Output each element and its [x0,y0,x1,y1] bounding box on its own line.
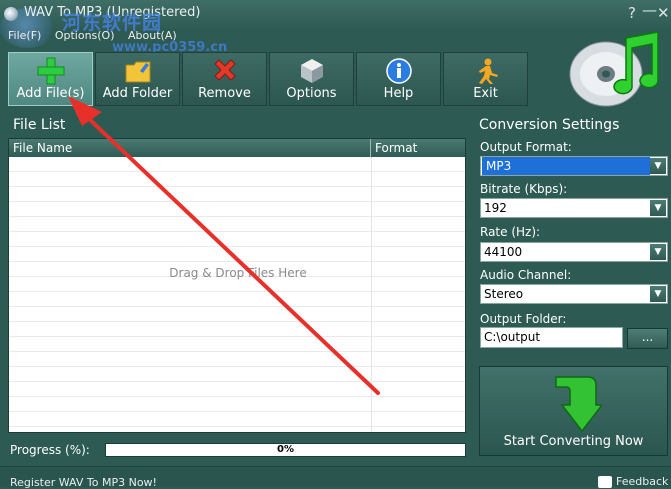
chevron-down-icon[interactable]: ▼ [650,158,666,174]
feedback-link[interactable]: Feedback [598,475,668,488]
bitrate-select[interactable]: 192 ▼ [480,198,668,218]
help-title-button[interactable]: ? [628,4,636,22]
audio-channel-label: Audio Channel: [480,268,572,282]
output-folder-input[interactable]: C:\output [480,327,623,348]
file-list-title: File List [13,117,66,133]
toolbar: Add File(s) Add Folder Remove Options He… [8,52,528,106]
chevron-down-icon[interactable]: ▼ [650,244,666,260]
add-files-label: Add File(s) [16,86,85,101]
status-bar: Register WAV To MP3 Now! Feedback [0,466,671,489]
options-label: Options [286,86,337,101]
menu-bar: File(F) Options(O) About(A) [8,29,187,45]
register-link[interactable]: Register WAV To MP3 Now! [10,476,157,489]
options-button[interactable]: Options [269,52,354,106]
audio-channel-value: Stereo [484,287,524,301]
chevron-down-icon[interactable]: ▼ [650,200,666,216]
info-icon [386,58,412,84]
help-button[interactable]: Help [356,52,441,106]
chevron-down-icon[interactable]: ▼ [650,286,666,302]
menu-file[interactable]: File(F) [8,29,41,42]
output-format-select[interactable]: MP3 ▼ [480,156,668,176]
menu-about[interactable]: About(A) [128,29,177,42]
column-divider [371,157,372,432]
minimize-button[interactable]: — [642,1,657,19]
exit-label: Exit [473,86,498,101]
browse-button[interactable]: ... [627,328,668,349]
runner-icon [479,58,498,84]
file-list-header: File Name Format [9,139,465,157]
settings-title: Conversion Settings [479,117,620,133]
plus-icon [37,57,65,85]
progress-value: 0% [277,444,294,455]
app-icon [4,7,18,21]
start-converting-label: Start Converting Now [503,434,644,449]
cube-icon [301,59,323,83]
add-files-button[interactable]: Add File(s) [8,52,93,106]
progress-bar: 0% [105,443,466,457]
feedback-icon [598,476,612,488]
close-button[interactable]: ✕ [657,4,670,22]
bitrate-value: 192 [484,201,507,215]
help-label: Help [383,86,414,101]
output-folder-label: Output Folder: [480,312,567,326]
add-folder-button[interactable]: Add Folder [95,52,180,106]
feedback-label: Feedback [616,475,669,488]
rate-select[interactable]: 44100 ▼ [480,242,668,262]
progress-label: Progress (%): [10,443,90,457]
file-list[interactable]: File Name Format Drag & Drop Files Here [8,138,466,433]
rate-label: Rate (Hz): [480,225,541,239]
cd-music-logo-icon [569,32,659,107]
remove-label: Remove [198,86,251,101]
column-file-name[interactable]: File Name [9,139,371,157]
menu-options[interactable]: Options(O) [55,29,115,42]
start-converting-button[interactable]: Start Converting Now [479,366,668,456]
audio-channel-select[interactable]: Stereo ▼ [480,284,668,304]
output-format-label: Output Format: [480,140,572,154]
exit-button[interactable]: Exit [443,52,528,106]
folder-icon [125,61,151,83]
rate-value: 44100 [484,245,523,259]
remove-button[interactable]: Remove [182,52,267,106]
green-down-arrow-icon [555,376,602,433]
file-list-rows [9,157,465,432]
remove-x-icon [214,59,236,81]
drop-hint: Drag & Drop Files Here [169,266,307,280]
column-format[interactable]: Format [371,139,465,157]
add-folder-label: Add Folder [102,86,173,101]
bitrate-label: Bitrate (Kbps): [480,182,568,196]
output-format-value: MP3 [482,157,650,175]
